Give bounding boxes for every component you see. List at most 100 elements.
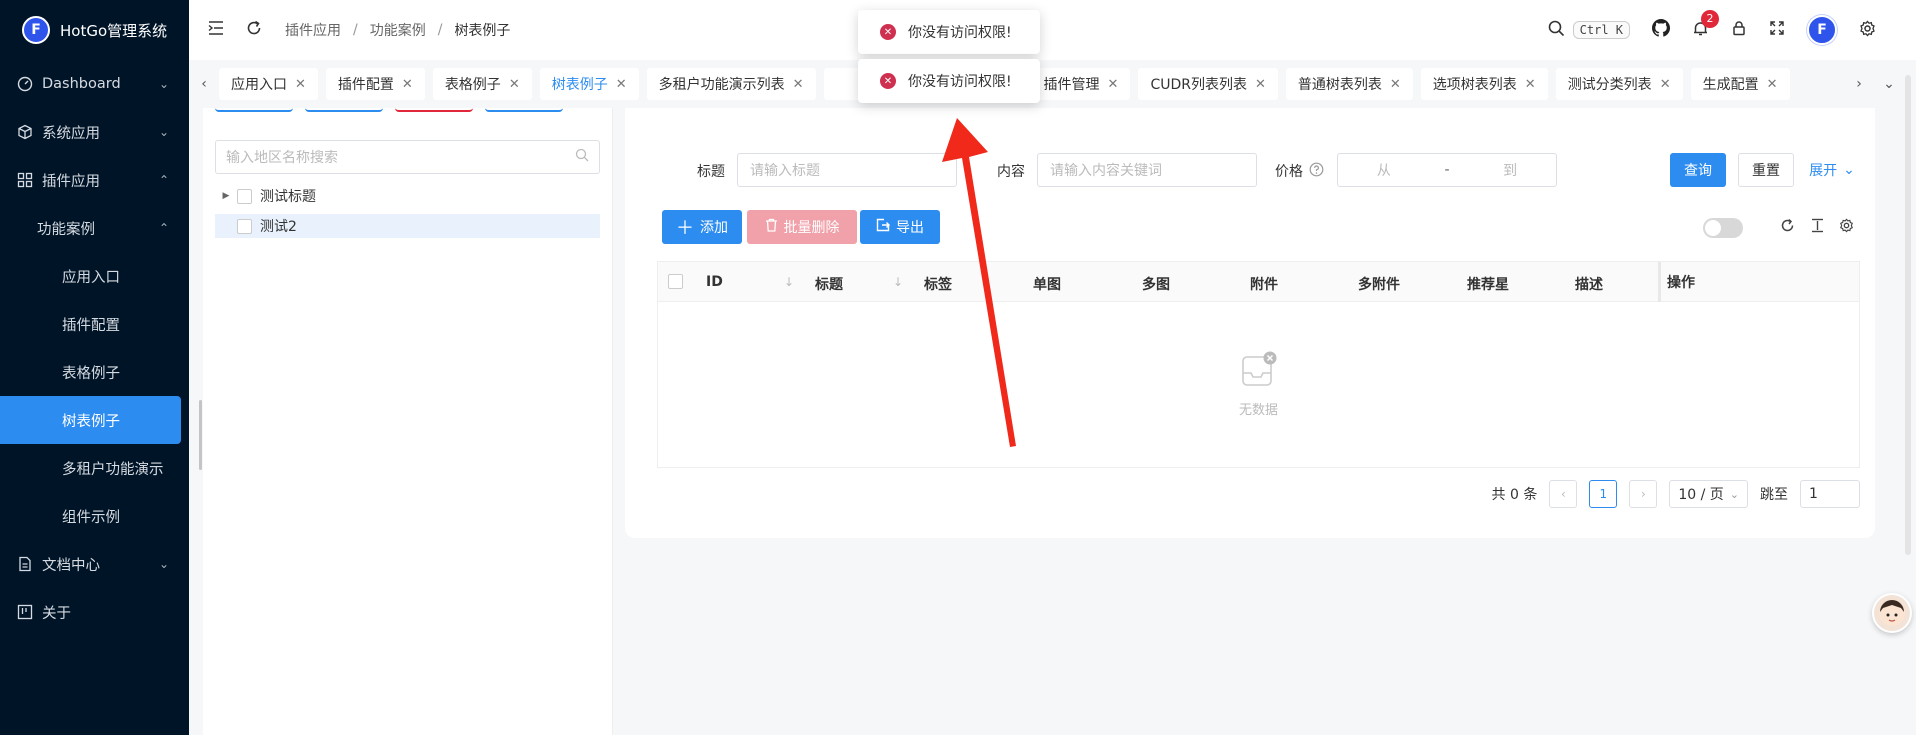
- tree-node-checkbox[interactable]: [237, 218, 252, 234]
- close-icon[interactable]: ✕: [295, 77, 306, 92]
- tree-action-button[interactable]: [485, 108, 563, 112]
- github-icon[interactable]: [1652, 19, 1670, 41]
- tree-action-button[interactable]: [305, 108, 383, 112]
- column-header-id[interactable]: ID: [706, 274, 723, 290]
- global-search[interactable]: Ctrl K: [1548, 20, 1630, 41]
- sort-arrow-icon[interactable]: ↓: [784, 275, 794, 289]
- prev-page-icon[interactable]: ‹: [1549, 480, 1578, 508]
- refresh-icon[interactable]: [1780, 218, 1795, 237]
- close-icon[interactable]: ✕: [1767, 77, 1778, 92]
- sidebar-item-plugin-config[interactable]: 插件配置: [0, 300, 189, 348]
- title-input[interactable]: 请输入标题: [737, 153, 957, 187]
- tab-generate-config[interactable]: 生成配置 ✕: [1690, 68, 1790, 100]
- tab-plugin-management[interactable]: 插件管理 ✕: [1031, 68, 1131, 100]
- reset-button[interactable]: 重置: [1738, 153, 1794, 187]
- close-icon[interactable]: ✕: [616, 77, 627, 92]
- tree-action-button[interactable]: [215, 108, 293, 112]
- tree-node-selected[interactable]: 测试2: [215, 214, 600, 238]
- tab-option-tree-list[interactable]: 选项树表列表 ✕: [1420, 68, 1548, 100]
- tab-test-category-list[interactable]: 测试分类列表 ✕: [1555, 68, 1683, 100]
- chevron-down-icon: ⌄: [158, 77, 169, 91]
- sidebar-item-system-apps[interactable]: 系统应用 ⌄: [0, 108, 189, 156]
- tab-cudr-list[interactable]: CUDR列表列表 ✕: [1138, 68, 1278, 100]
- tab-multi-tenant-list[interactable]: 多租户功能演示列表 ✕: [646, 68, 816, 100]
- gear-icon[interactable]: [1839, 218, 1854, 237]
- sidebar-item-dashboard[interactable]: Dashboard ⌄: [0, 60, 189, 108]
- sidebar-item-components[interactable]: 组件示例: [0, 492, 189, 540]
- help-circle-icon[interactable]: [1309, 162, 1324, 181]
- add-button[interactable]: ＋ 添加: [662, 210, 742, 244]
- tab-plugin-config[interactable]: 插件配置 ✕: [325, 68, 425, 100]
- jump-page-value: 1: [1809, 486, 1818, 502]
- page-scrollbar[interactable]: [1905, 75, 1911, 555]
- close-icon[interactable]: ✕: [1660, 77, 1671, 92]
- breadcrumb-separator: /: [437, 22, 443, 38]
- close-icon[interactable]: ✕: [1255, 77, 1266, 92]
- lock-icon[interactable]: [1731, 20, 1747, 40]
- close-icon[interactable]: ✕: [793, 77, 804, 92]
- price-range-input[interactable]: 从 - 到: [1337, 153, 1557, 187]
- close-icon[interactable]: ✕: [402, 77, 413, 92]
- column-height-icon[interactable]: [1810, 218, 1825, 237]
- tabs-more-icon[interactable]: ⌄: [1874, 76, 1904, 92]
- tree-panel: 输入地区名称搜索 ▶ 测试标题 测试2: [203, 108, 613, 735]
- refresh-icon[interactable]: [245, 19, 263, 42]
- gear-icon[interactable]: [1859, 20, 1876, 41]
- fullscreen-icon[interactable]: [1769, 20, 1785, 40]
- assistant-avatar[interactable]: [1872, 593, 1912, 633]
- notification-button[interactable]: 2: [1692, 9, 1719, 41]
- tab-app-entry[interactable]: 应用入口 ✕: [219, 68, 318, 100]
- app-logo[interactable]: F HotGo管理系统: [0, 0, 189, 60]
- sidebar-item-app-entry[interactable]: 应用入口: [0, 252, 189, 300]
- caret-right-icon[interactable]: ▶: [215, 191, 237, 201]
- close-icon[interactable]: ✕: [1525, 77, 1536, 92]
- region-search-input[interactable]: 输入地区名称搜索: [215, 140, 600, 174]
- menu-collapse-icon[interactable]: [207, 19, 225, 42]
- sidebar-item-table-example[interactable]: 表格例子: [0, 348, 189, 396]
- tree-node-checkbox[interactable]: [237, 188, 252, 204]
- sidebar-item-docs[interactable]: 文档中心 ⌄: [0, 540, 189, 588]
- toast-message: 你没有访问权限!: [908, 25, 1012, 41]
- column-header-title[interactable]: 标题: [815, 274, 843, 294]
- sidebar-item-feature-cases[interactable]: 功能案例 ⌃: [0, 204, 189, 252]
- close-icon[interactable]: ✕: [1390, 77, 1401, 92]
- cube-icon: [16, 124, 34, 140]
- query-button[interactable]: 查询: [1670, 153, 1726, 187]
- header-actions: Ctrl K 2 F: [1548, 0, 1876, 60]
- export-button[interactable]: 导出: [860, 210, 940, 244]
- content-input[interactable]: 请输入内容关键词: [1037, 153, 1257, 187]
- page-number[interactable]: 1: [1589, 480, 1618, 508]
- tree-node[interactable]: ▶ 测试标题: [215, 184, 600, 208]
- sidebar-item-about[interactable]: 关于: [0, 588, 189, 636]
- select-all-checkbox[interactable]: [668, 274, 683, 289]
- tab-normal-tree-list[interactable]: 普通树表列表 ✕: [1285, 68, 1413, 100]
- expand-button[interactable]: 展开 ⌄: [1806, 153, 1858, 187]
- page-size-select[interactable]: 10 / 页 ⌄: [1669, 480, 1748, 508]
- logo-icon: F: [22, 16, 50, 44]
- sidebar-item-plugin-apps[interactable]: 插件应用 ⌃: [0, 156, 189, 204]
- tab-tree-table-example[interactable]: 树表例子 ✕: [539, 68, 639, 100]
- price-range-separator: -: [1444, 162, 1450, 178]
- close-icon[interactable]: ✕: [1108, 77, 1119, 92]
- next-page-icon[interactable]: ›: [1629, 480, 1658, 508]
- tabs-scroll-right-icon[interactable]: ›: [1844, 76, 1874, 92]
- breadcrumb-item[interactable]: 插件应用: [285, 20, 341, 40]
- column-header-multi-attachment: 多附件: [1358, 277, 1400, 293]
- tab-table-example[interactable]: 表格例子 ✕: [432, 68, 532, 100]
- tab-label: 测试分类列表: [1567, 77, 1652, 93]
- close-icon[interactable]: ✕: [509, 77, 520, 92]
- sort-arrow-icon[interactable]: ↓: [893, 275, 903, 289]
- sidebar-scrollbar[interactable]: [199, 400, 202, 470]
- tabs-scroll-left-icon[interactable]: ‹: [189, 76, 219, 92]
- batch-delete-button[interactable]: 批量删除: [747, 210, 857, 244]
- sidebar-item-multi-tenant[interactable]: 多租户功能演示: [0, 444, 189, 492]
- user-avatar[interactable]: F: [1807, 15, 1837, 45]
- breadcrumb-item[interactable]: 功能案例: [370, 20, 426, 40]
- jump-page-input[interactable]: 1: [1800, 480, 1860, 508]
- sidebar-item-tree-table-example[interactable]: 树表例子: [0, 396, 181, 444]
- search-icon: [1548, 20, 1565, 41]
- tree-action-button[interactable]: [395, 108, 473, 112]
- table-toggle-switch[interactable]: [1703, 218, 1743, 238]
- tab-label: 多租户功能演示列表: [658, 77, 785, 93]
- column-header-multi-image: 多图: [1142, 277, 1170, 293]
